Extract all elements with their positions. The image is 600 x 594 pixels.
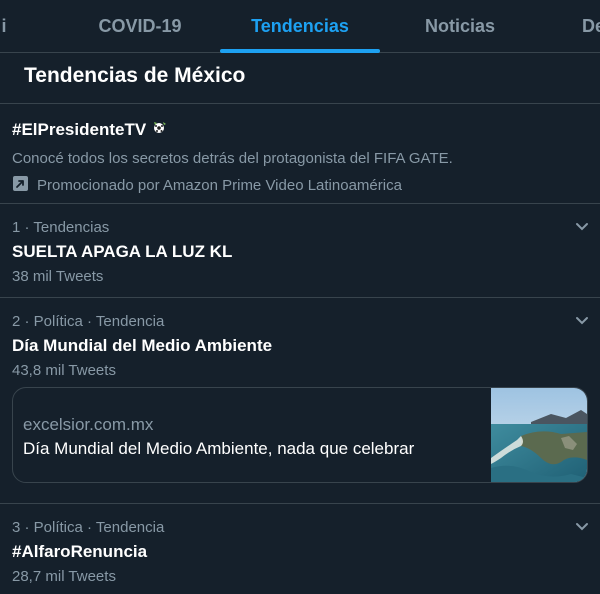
card-domain: excelsior.com.mx	[23, 415, 154, 434]
trend-item[interactable]: 2 · Política · Tendencia Día Mundial del…	[12, 313, 588, 379]
trend-name: SUELTA APAGA LA LUZ KL	[12, 242, 233, 261]
divider	[0, 503, 600, 504]
promoted-arrow-icon	[12, 175, 29, 196]
promoted-trend[interactable]: #ElPresidenteTV Conocé todos los secreto…	[12, 119, 588, 196]
trend-tweet-count: 28,7 mil Tweets	[12, 568, 116, 585]
promoted-by-row: Promocionado por Amazon Prime Video Lati…	[12, 175, 588, 196]
card-thumbnail-image	[491, 388, 587, 482]
active-tab-indicator	[220, 49, 380, 53]
tab-covid-19[interactable]: COVID-19	[60, 0, 220, 53]
divider	[0, 103, 600, 104]
trend-tweet-count: 43,8 mil Tweets	[12, 362, 116, 379]
card-title: Día Mundial del Medio Ambiente, nada que…	[23, 439, 415, 458]
trend-item[interactable]: 1 · Tendencias SUELTA APAGA LA LUZ KL 38…	[12, 219, 588, 285]
trend-meta: 2 · Política · Tendencia	[12, 313, 165, 330]
explore-tabs: i COVID-19 Tendencias Noticias De	[0, 0, 600, 53]
chevron-down-icon[interactable]	[574, 521, 590, 533]
promoted-hashtag: #ElPresidenteTV	[12, 119, 147, 139]
promoted-by-text: Promocionado por Amazon Prime Video Lati…	[37, 177, 402, 194]
divider	[0, 203, 600, 204]
trend-meta: 1 · Tendencias	[12, 219, 110, 236]
news-link-card[interactable]: excelsior.com.mx Día Mundial del Medio A…	[12, 387, 588, 483]
tab-partial-left[interactable]: i	[0, 0, 12, 53]
chevron-down-icon[interactable]	[574, 221, 590, 233]
trend-item[interactable]: 3 · Política · Tendencia #AlfaroRenuncia…	[12, 519, 588, 585]
divider	[0, 297, 600, 298]
tab-tendencias[interactable]: Tendencias	[220, 0, 380, 53]
promoted-description: Conocé todos los secretos detrás del pro…	[12, 150, 453, 167]
trend-name: Día Mundial del Medio Ambiente	[12, 336, 273, 355]
trend-meta: 3 · Política · Tendencia	[12, 519, 165, 536]
chevron-down-icon[interactable]	[574, 315, 590, 327]
promoted-hashtag-row: #ElPresidenteTV	[12, 119, 588, 140]
tab-noticias[interactable]: Noticias	[380, 0, 540, 53]
trend-tweet-count: 38 mil Tweets	[12, 268, 104, 285]
tab-partial-right[interactable]: De	[582, 0, 600, 53]
trend-name: #AlfaroRenuncia	[12, 542, 148, 561]
soccer-ball-icon	[152, 119, 168, 140]
section-title: Tendencias de México	[24, 64, 246, 87]
